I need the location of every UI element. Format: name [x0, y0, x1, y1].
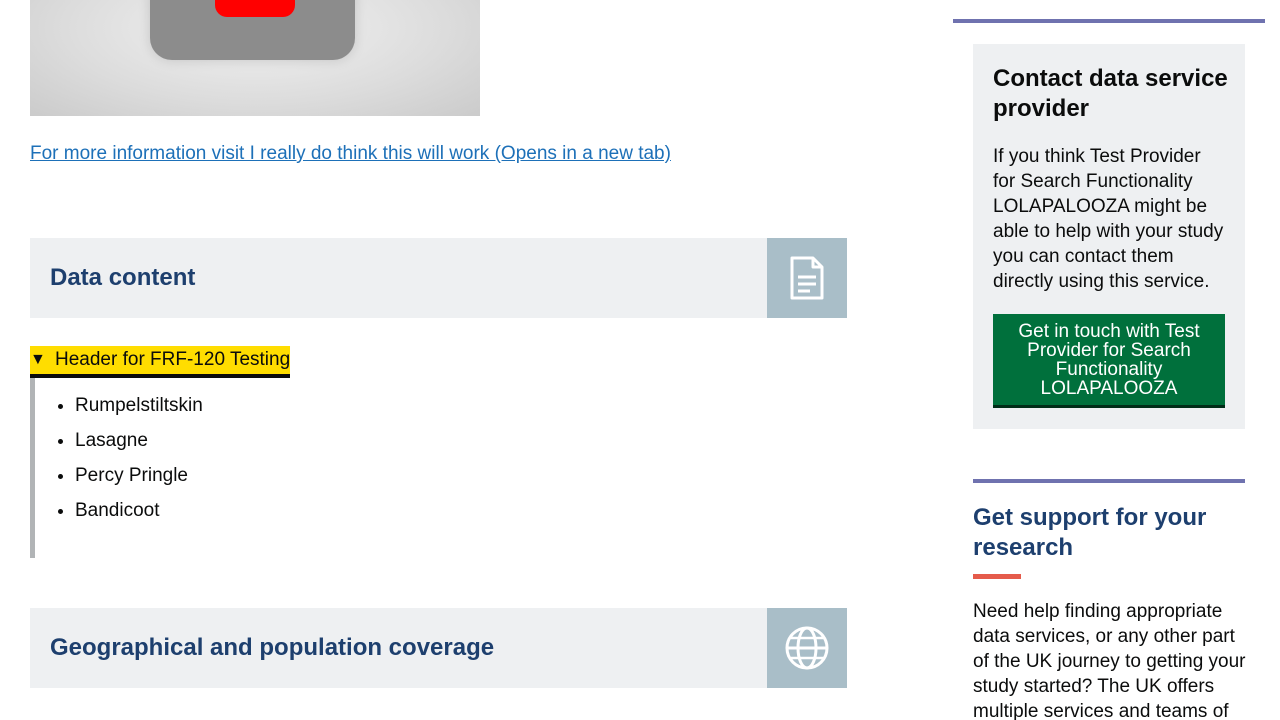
- details-toggle[interactable]: ▼ Header for FRF-120 Testing: [30, 346, 291, 378]
- list-item: Percy Pringle: [75, 458, 203, 493]
- video-thumbnail[interactable]: [30, 0, 480, 116]
- contact-description: If you think Test Provider for Search Fu…: [993, 146, 1224, 292]
- more-info-link[interactable]: For more information visit I really do t…: [30, 143, 671, 165]
- youtube-play-icon[interactable]: [215, 0, 295, 17]
- page: For more information visit I really do t…: [0, 0, 1280, 720]
- data-content-section-header: Data content: [30, 238, 847, 318]
- list-item: Bandicoot: [75, 493, 203, 528]
- geo-coverage-title: Geographical and population coverage: [50, 634, 495, 661]
- triangle-down-icon: ▼: [30, 351, 46, 368]
- list-item: Rumpelstiltskin: [75, 388, 203, 423]
- support-text: Need help finding appropriate data servi…: [973, 601, 1246, 720]
- list-item: Lasagne: [75, 423, 203, 458]
- document-icon: [767, 238, 847, 318]
- sidebar-top-divider: [953, 19, 1265, 23]
- support-heading: Get support for your research: [973, 504, 1207, 561]
- contact-heading: Contact data service provider: [993, 65, 1228, 122]
- globe-icon: [767, 608, 847, 688]
- data-content-title: Data content: [50, 264, 196, 291]
- geo-coverage-section-header: Geographical and population coverage: [30, 608, 847, 688]
- get-in-touch-button[interactable]: Get in touch with Test Provider for Sear…: [993, 314, 1225, 408]
- support-accent-bar: [973, 574, 1021, 579]
- details-list: Rumpelstiltskin Lasagne Percy Pringle Ba…: [35, 388, 203, 528]
- support-top-divider: [973, 479, 1245, 483]
- details-content: Rumpelstiltskin Lasagne Percy Pringle Ba…: [30, 378, 435, 558]
- details-summary-label: Header for FRF-120 Testing: [55, 349, 291, 370]
- contact-provider-card: Contact data service provider If you thi…: [973, 44, 1245, 429]
